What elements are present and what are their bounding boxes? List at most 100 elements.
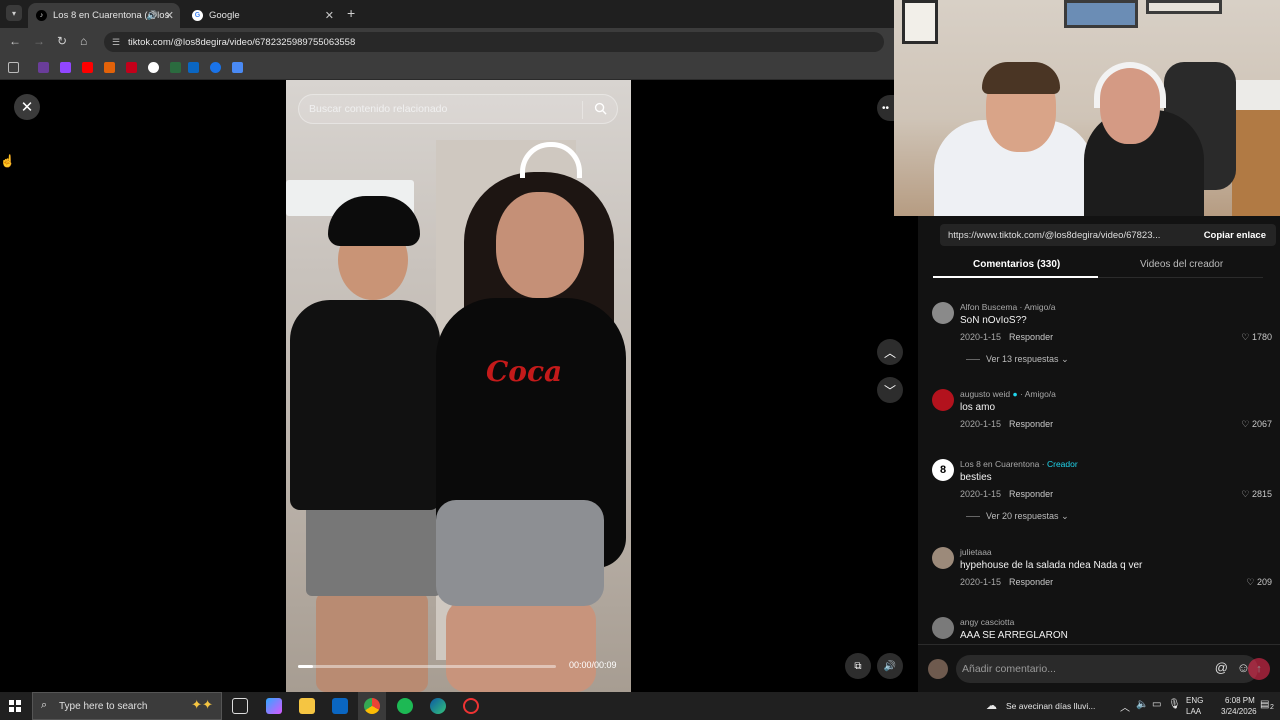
comment-username[interactable]: julietaaa — [960, 547, 992, 557]
related-search-input[interactable]: Buscar contenido relacionado — [298, 94, 618, 124]
avatar[interactable] — [932, 302, 954, 324]
app-icon[interactable] — [463, 698, 479, 714]
tab-search-button[interactable]: ▾ — [6, 5, 22, 21]
avatar[interactable] — [932, 547, 954, 569]
chevron-up-icon[interactable]: ︿ — [1120, 699, 1130, 714]
task-view-icon[interactable] — [232, 698, 248, 714]
clock-date[interactable]: 3/24/2026 — [1221, 707, 1257, 716]
youtube-icon[interactable] — [82, 62, 93, 73]
comment-username[interactable]: Los 8 en Cuarentona — [960, 459, 1039, 469]
tab-comments[interactable]: Comentarios (330) — [973, 259, 1060, 270]
video-person — [316, 592, 428, 692]
floating-player-icon[interactable]: ⧉ — [845, 653, 871, 679]
new-tab-button[interactable]: + — [347, 5, 355, 21]
tab-google[interactable]: G Google ✕ — [184, 3, 340, 28]
twitch-icon[interactable] — [60, 62, 71, 73]
taskbar-search-input[interactable]: ⌕ Type here to search ✦✦ — [32, 692, 222, 720]
send-comment-button[interactable]: ↑ — [1248, 658, 1270, 680]
share-link-field[interactable]: https://www.tiktok.com/@los8degira/video… — [940, 224, 1276, 246]
wall-picture — [1064, 0, 1138, 28]
volume-icon[interactable]: 🔊 — [877, 653, 903, 679]
windows-start-icon[interactable] — [9, 700, 21, 712]
keyboard-layout[interactable]: LAA — [1186, 707, 1201, 716]
tab-creator-videos[interactable]: Videos del creador — [1140, 259, 1223, 270]
outlook-icon[interactable] — [332, 698, 348, 714]
notification-icon[interactable]: ▤ — [1260, 699, 1269, 710]
video-player[interactable]: Coca Buscar contenido relacionado 00:00/… — [286, 80, 631, 692]
forward-icon[interactable]: → — [33, 34, 45, 48]
spotify-icon[interactable] — [397, 698, 413, 714]
speaker-icon[interactable]: 🔊 — [147, 10, 158, 21]
comment-user[interactable]: augusto weid ● · Amigo/a — [960, 389, 1056, 399]
shirt-logo: Coca — [486, 355, 563, 388]
bookmark-icon[interactable] — [104, 62, 115, 73]
apps-icon[interactable] — [8, 62, 19, 73]
view-replies-button[interactable]: Ver 20 respuestas ⌄ — [966, 511, 1069, 522]
bookmark-icon[interactable] — [210, 62, 221, 73]
comment-date: 2020-1-15 — [960, 489, 1002, 499]
comment-meta: 2020-1-15 Responder — [960, 419, 1053, 429]
more-options-icon[interactable]: •• — [877, 95, 894, 121]
video-progress-bar[interactable] — [298, 665, 556, 668]
bookmark-icon[interactable] — [38, 62, 49, 73]
chevron-up-icon: ︿ — [883, 345, 896, 360]
back-icon[interactable]: ← — [9, 34, 21, 48]
sparkle-icon: ✦✦ — [191, 697, 213, 712]
video-time: 00:00/00:09 — [569, 660, 617, 670]
previous-video-button[interactable]: ︿ — [877, 339, 903, 365]
bookmark-icon[interactable] — [232, 62, 243, 73]
copy-link-button[interactable]: Copiar enlace — [1204, 230, 1266, 241]
bookmark-icon[interactable] — [148, 62, 159, 73]
share-link-text: https://www.tiktok.com/@los8degira/video… — [948, 229, 1161, 241]
tiktok-icon: ♪ — [36, 10, 47, 21]
comment-user[interactable]: Los 8 en Cuarentona · Creador — [960, 459, 1078, 469]
network-icon[interactable]: ▭ — [1152, 699, 1161, 710]
comment-username[interactable]: angy casciotta — [960, 617, 1014, 627]
chrome-icon[interactable] — [364, 698, 380, 714]
close-tab-icon[interactable]: ✕ — [165, 9, 174, 22]
mention-icon[interactable]: @ — [1215, 660, 1228, 675]
like-button[interactable]: ♡ 1780 — [1241, 332, 1272, 343]
comment-username[interactable]: augusto weid — [960, 389, 1010, 399]
copilot-icon[interactable] — [266, 698, 282, 714]
like-button[interactable]: ♡ 209 — [1246, 577, 1272, 588]
reply-button[interactable]: Responder — [1009, 419, 1053, 429]
next-video-button[interactable]: ﹀ — [877, 377, 903, 403]
speaker-icon[interactable]: 🔈 — [1136, 699, 1148, 710]
weather-text[interactable]: Se avecinan días lluvi... — [1006, 701, 1095, 711]
bookmark-icon[interactable] — [170, 62, 181, 73]
microphone-icon[interactable]: 🎙 — [1168, 699, 1181, 710]
reply-button[interactable]: Responder — [1009, 332, 1053, 342]
reply-button[interactable]: Responder — [1009, 577, 1053, 587]
avatar[interactable] — [932, 389, 954, 411]
language-code[interactable]: ENG — [1186, 696, 1203, 705]
site-info-icon[interactable]: ☰ — [112, 37, 120, 48]
reload-icon[interactable]: ↻ — [57, 34, 67, 48]
like-button[interactable]: ♡ 2067 — [1241, 419, 1272, 430]
wall-picture — [902, 0, 938, 44]
file-explorer-icon[interactable] — [299, 698, 315, 714]
search-icon[interactable] — [594, 102, 607, 115]
webcam-overlay — [894, 0, 1280, 216]
comment-user[interactable]: Alfon Buscema · Amigo/a — [960, 302, 1055, 312]
home-icon[interactable]: ⌂ — [80, 34, 87, 48]
close-tab-icon[interactable]: ✕ — [325, 9, 334, 22]
start-icon-pane — [9, 707, 14, 712]
bookmark-icon[interactable] — [126, 62, 137, 73]
avatar[interactable]: 8 — [932, 459, 954, 481]
edge-icon[interactable] — [430, 698, 446, 714]
avatar[interactable] — [932, 617, 954, 639]
reply-button[interactable]: Responder — [1009, 489, 1053, 499]
comment-username[interactable]: Alfon Buscema — [960, 302, 1017, 312]
comment-input[interactable]: Añadir comentario... @ ☺ — [956, 655, 1258, 683]
comment-text: SoN nOvIoS?? — [960, 315, 1027, 326]
outlook-icon[interactable] — [188, 62, 199, 73]
like-button[interactable]: ♡ 2815 — [1241, 489, 1272, 500]
weather-icon[interactable]: ☁ — [986, 699, 997, 712]
video-person — [496, 192, 584, 298]
url-field[interactable]: ☰ tiktok.com/@los8degira/video/678232598… — [104, 32, 884, 52]
tab-tiktok[interactable]: ♪ Los 8 en Cuarentona (@los 🔊 ✕ — [28, 3, 180, 28]
close-video-button[interactable]: ✕ — [14, 94, 40, 120]
view-replies-button[interactable]: Ver 13 respuestas ⌄ — [966, 354, 1069, 365]
clock-time[interactable]: 6:08 PM — [1225, 696, 1255, 705]
